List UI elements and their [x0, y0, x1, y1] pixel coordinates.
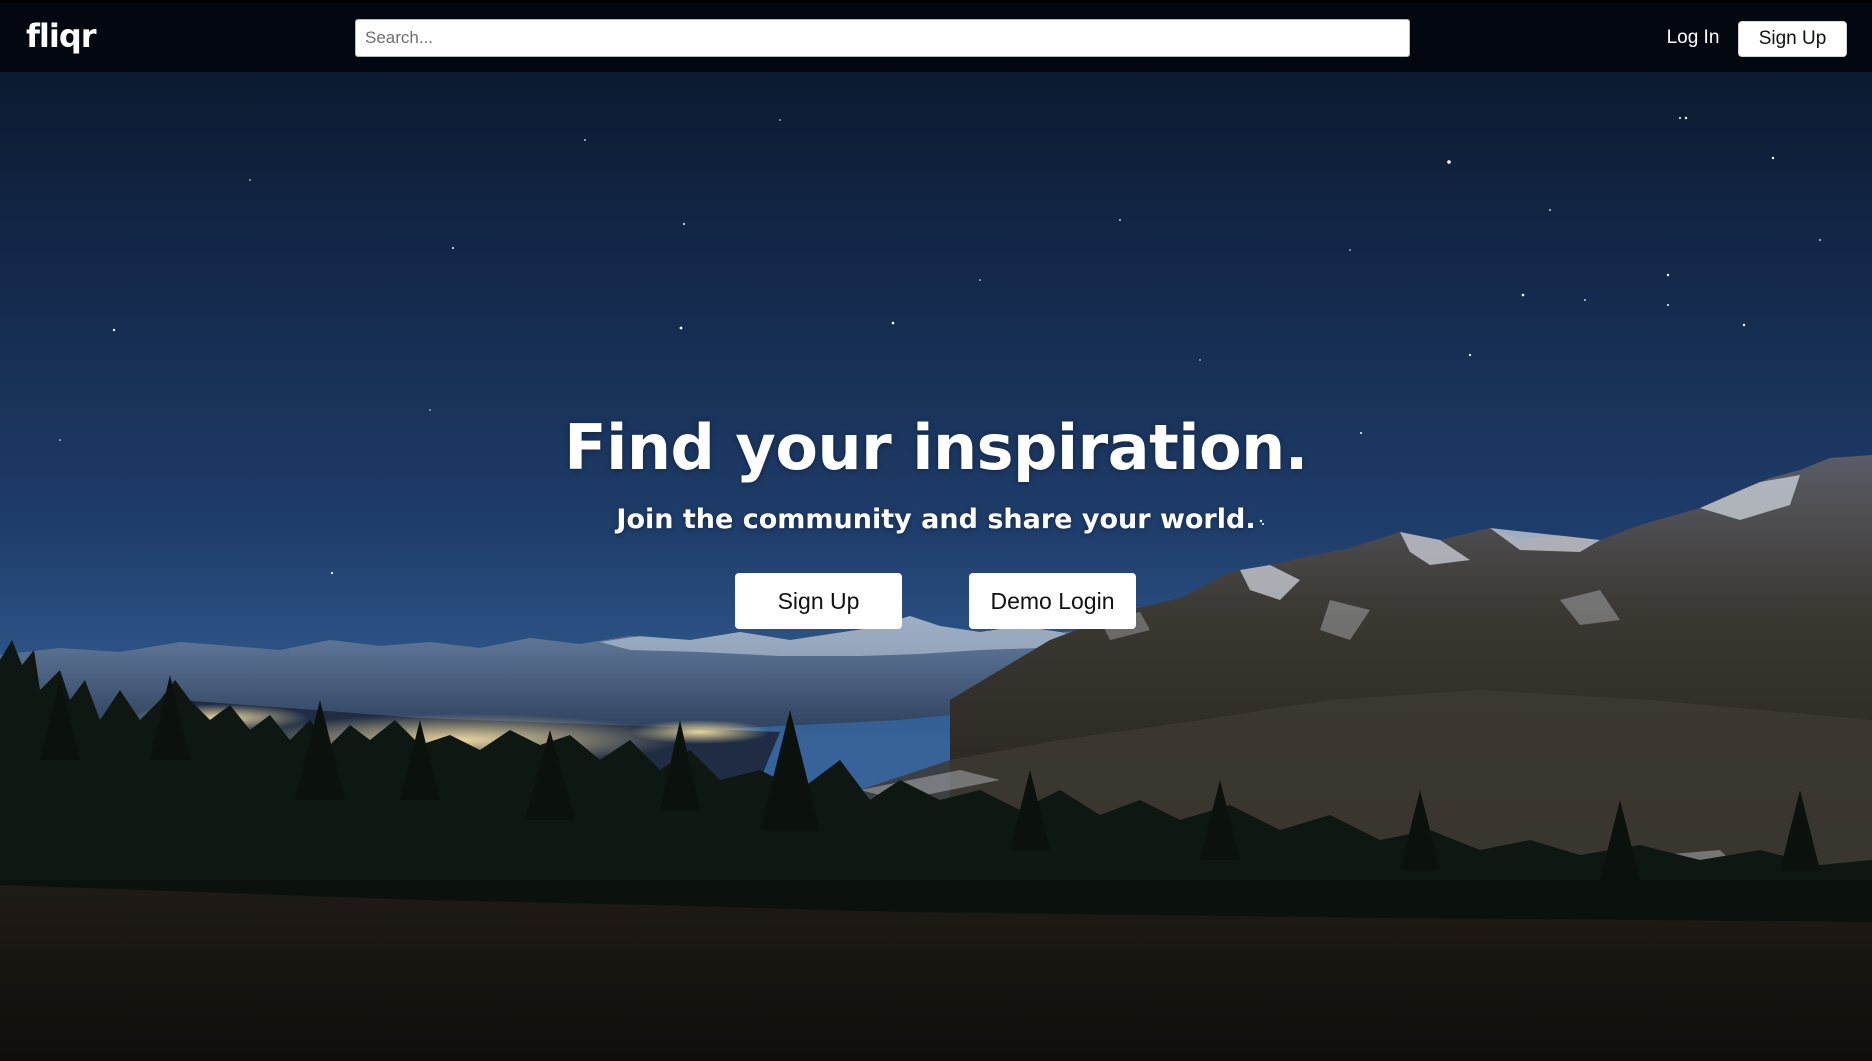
hero-signup-button[interactable]: Sign Up: [735, 573, 902, 629]
top-navbar: fliqr Log In Sign Up: [0, 0, 1872, 72]
login-link[interactable]: Log In: [1648, 21, 1738, 55]
demo-login-button[interactable]: Demo Login: [969, 573, 1136, 629]
hero-subtitle: Join the community and share your world.: [616, 504, 1256, 535]
landing-page: fliqr Log In Sign Up Find your inspirati…: [0, 0, 1872, 1061]
search-input[interactable]: [355, 19, 1410, 57]
signup-button[interactable]: Sign Up: [1738, 21, 1847, 57]
fliqr-logo[interactable]: fliqr: [26, 17, 97, 55]
hero-title: Find your inspiration.: [564, 411, 1308, 484]
